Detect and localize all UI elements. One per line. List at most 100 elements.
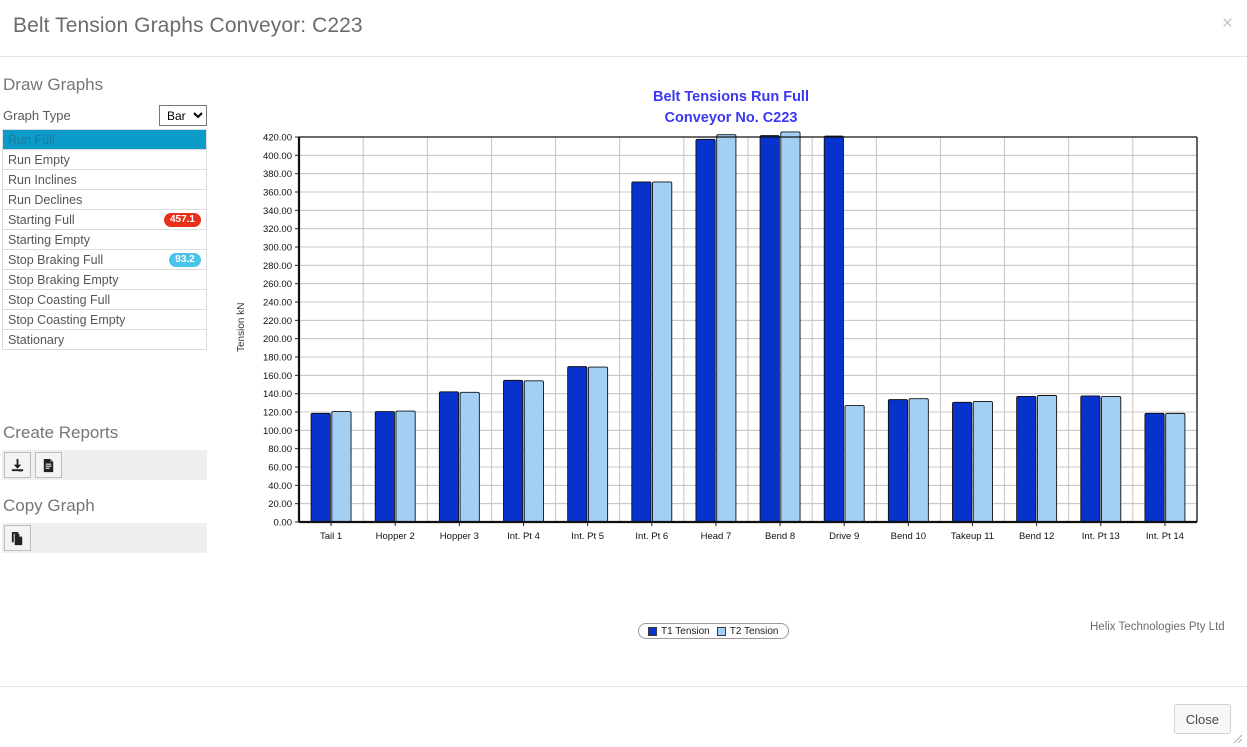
- graph-case-label: Run Declines: [8, 193, 83, 207]
- chart-bar[interactable]: [1016, 395, 1037, 523]
- graph-type-row: Graph Type Bar: [0, 105, 208, 129]
- graph-case-item[interactable]: Starting Empty: [3, 230, 206, 250]
- x-axis-tick-label: Takeup 11: [951, 531, 994, 542]
- chart-panel: Belt Tensions Run Full Conveyor No. C223…: [215, 57, 1247, 639]
- chart-bar[interactable]: [331, 411, 352, 523]
- legend-label: T2 Tension: [729, 625, 779, 637]
- y-axis-tick-label: 400.00: [263, 151, 292, 162]
- page-title: Belt Tension Graphs Conveyor: C223: [13, 14, 363, 37]
- chart-bar[interactable]: [567, 366, 588, 523]
- graph-type-label: Graph Type: [3, 108, 71, 123]
- download-report-icon[interactable]: [4, 452, 31, 478]
- plot-area: 0.00 20.00 40.00 60.00 80.00 100.00 120.00 140.…: [215, 57, 1247, 617]
- brand-label: Helix Technologies Pty Ltd: [1090, 621, 1225, 633]
- y-axis-tick-label: 220.00: [263, 316, 292, 327]
- legend-label: T1 Tension: [661, 625, 710, 637]
- close-button[interactable]: Close: [1173, 704, 1231, 734]
- chart-bar[interactable]: [438, 391, 460, 523]
- chart-bar[interactable]: [652, 181, 673, 523]
- graph-case-item[interactable]: Run Declines: [3, 190, 206, 210]
- chart-bar[interactable]: [503, 379, 524, 523]
- graph-case-item[interactable]: Run Empty: [3, 150, 206, 170]
- close-icon[interactable]: ×: [1222, 14, 1233, 33]
- y-axis-tick-label: 160.00: [263, 371, 292, 382]
- chart-bar[interactable]: [823, 135, 844, 523]
- y-axis-tick-label: 300.00: [263, 243, 292, 254]
- x-axis-tick-label: Int. Pt 14: [1146, 531, 1184, 542]
- chart-bar[interactable]: [1144, 412, 1165, 523]
- chart-bar[interactable]: [972, 401, 993, 523]
- graph-case-list[interactable]: Run Full Run Empty Run Inclines Run Decline…: [2, 129, 207, 350]
- chart-bar[interactable]: [844, 405, 865, 523]
- graph-case-item[interactable]: Starting Full 457.1: [3, 210, 206, 230]
- y-axis-tick-label: 260.00: [263, 279, 292, 290]
- chart-bar[interactable]: [759, 135, 780, 523]
- y-axis-tick-label: 20.00: [268, 499, 292, 510]
- y-axis-tick-label: 200.00: [263, 334, 292, 345]
- copy-icon[interactable]: [4, 525, 31, 551]
- chart-bar[interactable]: [1165, 412, 1186, 523]
- graph-case-item[interactable]: Stationary: [3, 330, 206, 350]
- modal-footer: Close: [0, 686, 1247, 747]
- graph-case-item[interactable]: Stop Braking Full 93.2: [3, 250, 206, 270]
- draw-graphs-heading: Draw Graphs: [3, 75, 104, 94]
- x-axis-tick-label: Bend 12: [1019, 531, 1054, 542]
- y-axis-tick-label: 0.00: [274, 518, 293, 529]
- belt-tension-graphs-modal: Belt Tension Graphs Conveyor: C223 × Dra…: [0, 0, 1247, 747]
- copy-graph-heading: Copy Graph: [3, 496, 95, 515]
- x-axis-tick-label: Bend 8: [765, 531, 795, 542]
- document-report-icon[interactable]: [35, 452, 62, 478]
- graph-case-label: Stop Braking Empty: [8, 273, 119, 287]
- graph-case-label: Starting Full: [8, 213, 75, 227]
- status-badge: 93.2: [169, 253, 201, 267]
- chart-bar[interactable]: [310, 412, 331, 523]
- y-axis-tick-label: 420.00: [263, 133, 292, 144]
- chart-bar[interactable]: [952, 401, 973, 523]
- x-axis-tick-label: Int. Pt 13: [1082, 531, 1120, 542]
- chart-bar[interactable]: [523, 380, 544, 523]
- x-axis-tick-label: Hopper 3: [440, 531, 479, 542]
- create-reports-toolbar: [2, 450, 207, 480]
- graph-case-label: Stop Coasting Full: [8, 293, 111, 307]
- graph-type-select[interactable]: Bar: [159, 105, 207, 126]
- chart-bar[interactable]: [587, 366, 609, 523]
- chart-bar[interactable]: [887, 399, 909, 523]
- chart-bar[interactable]: [631, 181, 652, 523]
- legend-item: T1 Tension: [648, 626, 710, 637]
- graph-case-item[interactable]: Stop Coasting Empty: [3, 310, 206, 330]
- create-reports-heading: Create Reports: [3, 423, 119, 442]
- y-axis-tick-label: 120.00: [263, 408, 292, 419]
- y-axis-tick-label: 140.00: [263, 389, 292, 400]
- y-axis-tick-label: 280.00: [263, 261, 292, 272]
- chart-bar[interactable]: [780, 131, 801, 523]
- chart-bar[interactable]: [1080, 395, 1101, 523]
- y-axis-tick-label: 60.00: [268, 463, 292, 474]
- y-axis-tick-label: 380.00: [263, 169, 292, 180]
- graph-case-item[interactable]: Run Full: [3, 130, 206, 150]
- graph-case-label: Stationary: [8, 333, 65, 347]
- legend-swatch-icon: [648, 626, 657, 636]
- chart-bar[interactable]: [459, 391, 480, 523]
- chart-bar[interactable]: [1036, 395, 1058, 523]
- chart-bar[interactable]: [908, 398, 929, 523]
- modal-header: Belt Tension Graphs Conveyor: C223 ×: [0, 0, 1247, 57]
- graph-case-item[interactable]: Stop Braking Empty: [3, 270, 206, 290]
- chart-bar[interactable]: [716, 134, 737, 523]
- chart-bar[interactable]: [695, 138, 716, 523]
- x-axis-tick-label: Int. Pt 6: [635, 531, 668, 542]
- graph-case-label: Stop Coasting Empty: [8, 313, 126, 327]
- chart-bar[interactable]: [1101, 395, 1122, 523]
- legend-item: T2 Tension: [716, 625, 779, 637]
- resize-grip-icon[interactable]: [1231, 732, 1243, 744]
- chart-bar[interactable]: [395, 410, 416, 523]
- y-axis-tick-label: 340.00: [263, 206, 292, 217]
- bar-chart-svg: 0.00 20.00 40.00 60.00 80.00 100.00 120.00 140.…: [263, 131, 1198, 542]
- y-axis-tick-label: 360.00: [263, 188, 292, 199]
- graph-case-item[interactable]: Run Inclines: [3, 170, 206, 190]
- chart-bar[interactable]: [374, 411, 395, 523]
- graph-case-item[interactable]: Stop Coasting Full: [3, 290, 206, 310]
- y-axis-tick-label: 100.00: [263, 426, 292, 437]
- y-axis-tick-label: 40.00: [268, 481, 292, 492]
- graph-case-label: Run Empty: [8, 153, 70, 167]
- graph-case-label: Run Inclines: [8, 173, 77, 187]
